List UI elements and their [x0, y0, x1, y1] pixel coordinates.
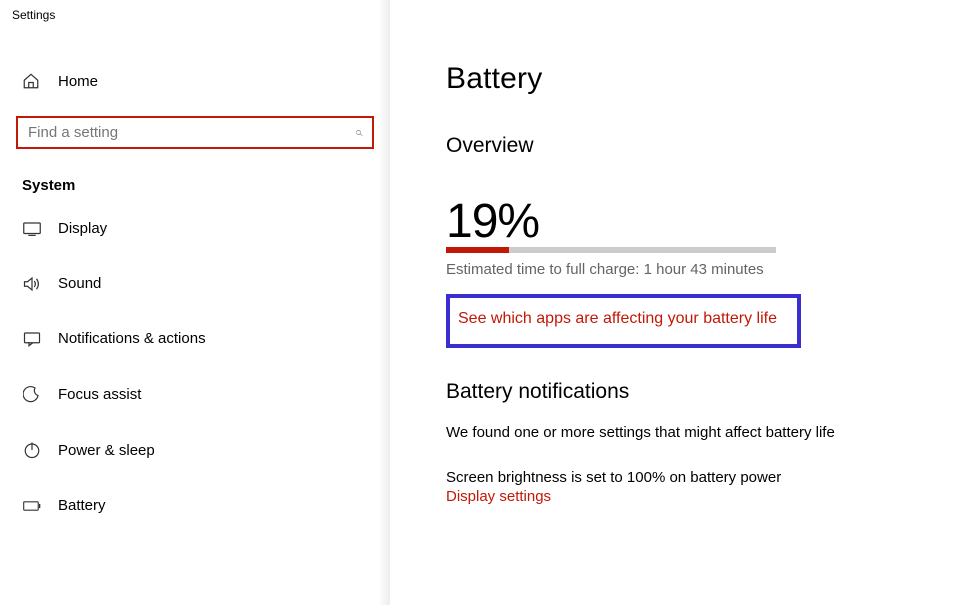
sidebar-item-label: Power & sleep	[58, 442, 155, 459]
sidebar-item-label: Sound	[58, 275, 101, 292]
sidebar-item-display[interactable]: Display	[16, 206, 374, 251]
sidebar-section-heading: System	[16, 177, 374, 194]
overview-heading: Overview	[446, 134, 958, 158]
battery-percent: 19%	[446, 194, 958, 249]
apps-affecting-link[interactable]: See which apps are affecting your batter…	[458, 310, 777, 327]
sidebar-item-battery[interactable]: Battery	[16, 483, 374, 528]
focus-assist-icon	[22, 385, 42, 403]
search-box[interactable]: ⌕	[16, 116, 374, 149]
sidebar-item-label: Notifications & actions	[58, 330, 206, 347]
home-icon	[22, 72, 42, 90]
sidebar-item-sound[interactable]: Sound	[16, 261, 374, 306]
main-content: Battery Overview 19% Estimated time to f…	[390, 0, 978, 605]
sound-icon	[22, 276, 42, 292]
search-icon: ⌕	[350, 129, 367, 137]
battery-notifications-heading: Battery notifications	[446, 380, 958, 404]
battery-progress	[446, 247, 776, 253]
battery-progress-fill	[446, 247, 509, 253]
apps-link-highlight: See which apps are affecting your batter…	[446, 294, 801, 348]
app-title: Settings	[0, 0, 390, 26]
sidebar-item-label: Battery	[58, 497, 106, 514]
battery-notifications-text: We found one or more settings that might…	[446, 424, 958, 441]
sidebar-item-focus-assist[interactable]: Focus assist	[16, 371, 374, 417]
home-label: Home	[58, 73, 98, 90]
search-input[interactable]	[28, 124, 354, 141]
sidebar-item-notifications[interactable]: Notifications & actions	[16, 316, 374, 361]
power-icon	[22, 441, 42, 459]
sidebar: Settings Home ⌕ System Display	[0, 0, 390, 605]
notifications-icon	[22, 331, 42, 347]
sidebar-item-label: Display	[58, 220, 107, 237]
charge-estimate: Estimated time to full charge: 1 hour 43…	[446, 261, 958, 278]
home-nav[interactable]: Home	[16, 58, 374, 104]
brightness-text: Screen brightness is set to 100% on batt…	[446, 469, 958, 486]
page-title: Battery	[446, 62, 958, 96]
display-icon	[22, 222, 42, 236]
display-settings-link[interactable]: Display settings	[446, 488, 551, 505]
sidebar-item-label: Focus assist	[58, 386, 141, 403]
battery-icon	[22, 500, 42, 512]
sidebar-item-power-sleep[interactable]: Power & sleep	[16, 427, 374, 473]
